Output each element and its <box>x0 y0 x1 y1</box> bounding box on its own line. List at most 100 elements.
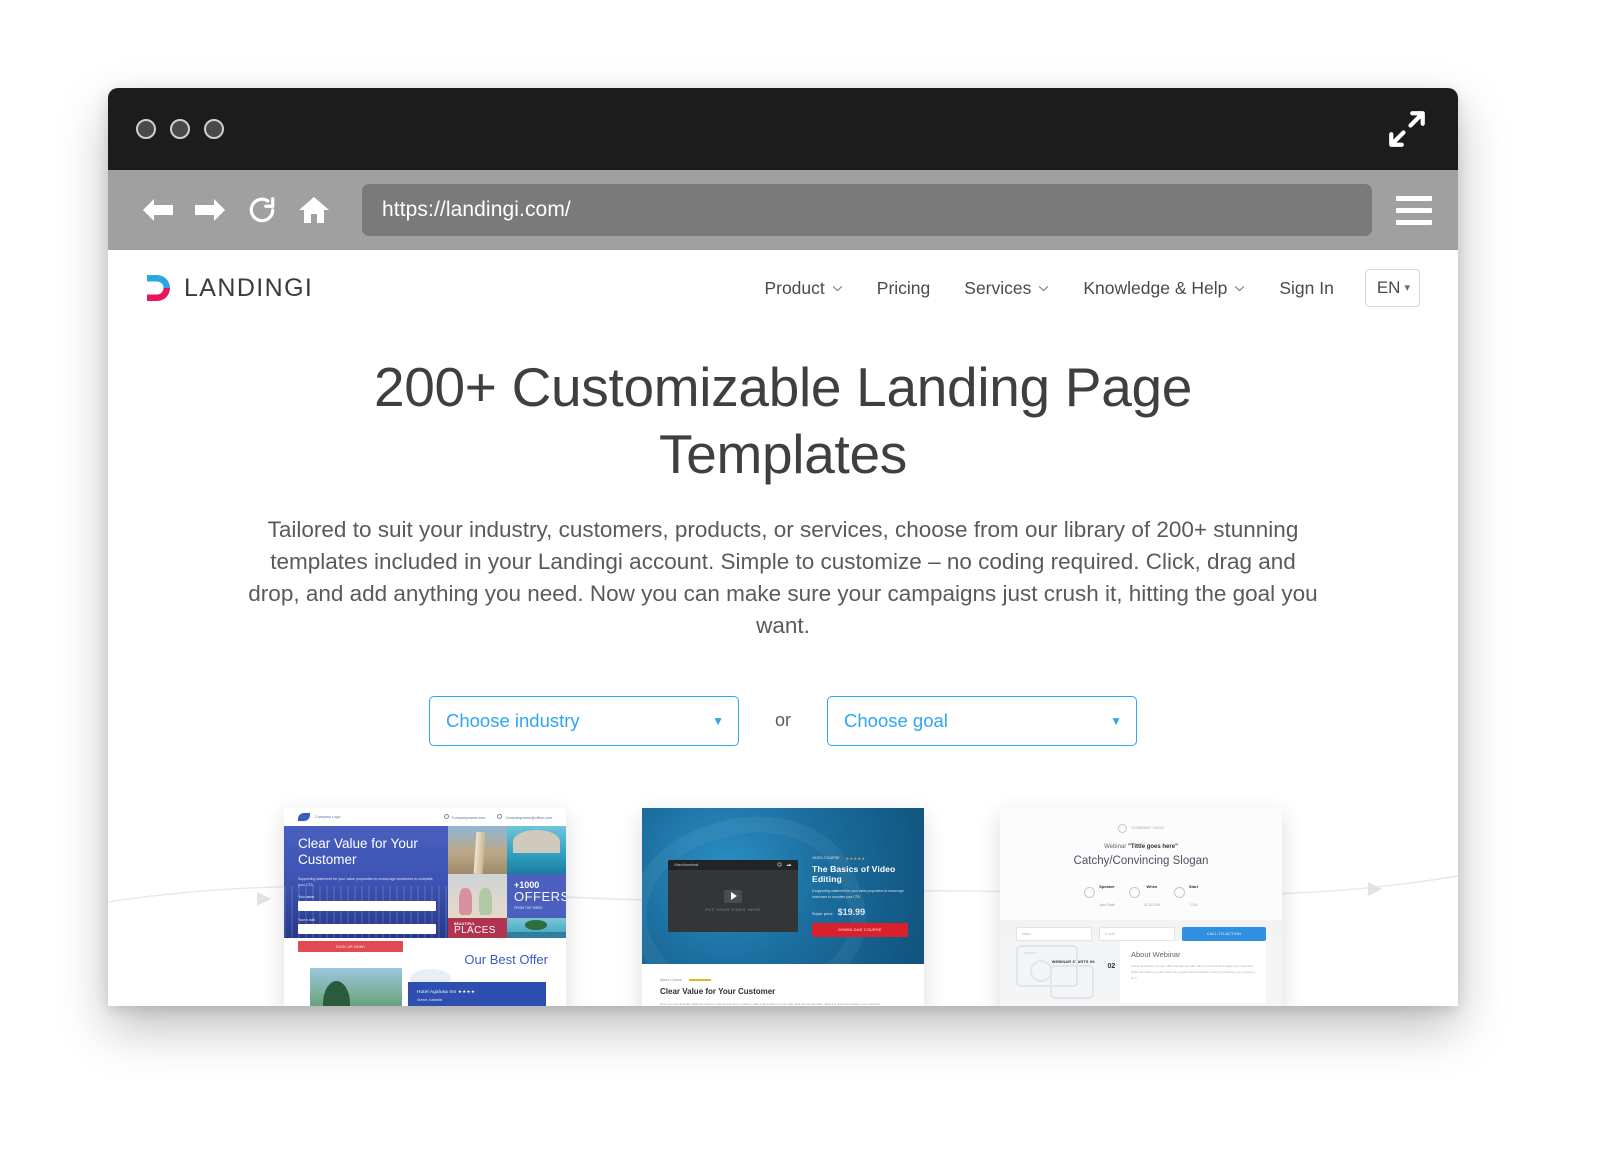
beach-photo <box>448 873 507 918</box>
template-about-section: About Course Clear Value for Your Custom… <box>642 963 924 1006</box>
screenshot-stage: https://landingi.com/ LANDINGI Product P… <box>0 0 1617 1154</box>
meta-value: 21.10.2019 <box>1143 902 1160 907</box>
name-input[interactable]: Name <box>1016 926 1092 941</box>
browser-window: https://landingi.com/ LANDINGI Product P… <box>108 88 1458 1006</box>
address-bar[interactable]: https://landingi.com/ <box>362 184 1372 236</box>
download-course-button[interactable]: DOWNLOAD COURSE <box>812 923 908 938</box>
nav-label: Knowledge & Help <box>1083 277 1228 298</box>
template-filter-row: Choose industry ▼ or Choose goal ▼ <box>108 695 1458 746</box>
arrow-right-icon[interactable] <box>184 185 236 235</box>
about-title: About Webinar <box>1131 949 1181 959</box>
divider <box>688 979 711 981</box>
meta-label: Speaker <box>1099 883 1115 889</box>
maximize-button[interactable] <box>204 119 224 139</box>
video-player-body: PUT YOUR VIDEO HERE <box>668 870 798 932</box>
site-header: LANDINGI Product Pricing Services Knowle… <box>108 250 1458 326</box>
course-description: A supporting statement for your value pr… <box>812 888 904 899</box>
site-link: Companyname.com <box>443 813 486 820</box>
about-eyebrow: About Course <box>660 978 906 982</box>
language-selector[interactable]: EN ▾ <box>1364 269 1420 307</box>
company-logo: COMPANY LOGO <box>1000 823 1282 833</box>
company-logo-icon <box>1117 823 1127 833</box>
template-about-section: About Webinar Add a description of your … <box>1000 935 1282 1006</box>
nav-item-product[interactable]: Product <box>747 270 859 307</box>
landingi-logo-icon <box>147 275 170 301</box>
address-bar-value: https://landingi.com/ <box>382 198 571 221</box>
browser-toolbar: https://landingi.com/ <box>108 170 1458 250</box>
language-label: EN <box>1376 278 1401 297</box>
nav-item-knowledge-help[interactable]: Knowledge & Help <box>1066 270 1262 307</box>
meta-speaker: Speaker John Smith <box>1083 875 1115 911</box>
chevron-down-icon <box>1235 285 1245 291</box>
about-webinar-box: About Webinar Add a description of your … <box>1120 940 1266 1003</box>
about-eyebrow-label: About Course <box>660 977 682 982</box>
video-player[interactable]: Video thumbnail PUT YOUR VIDEO HERE <box>668 859 798 932</box>
hamburger-menu-icon[interactable] <box>1392 188 1436 232</box>
chevron-down-icon: ▾ <box>1404 281 1410 294</box>
chevron-down-icon <box>832 285 843 291</box>
nav-item-pricing[interactable]: Pricing <box>860 270 948 307</box>
offer-card: Hotel Agalusa Inn ★★★★ Greece, Kalamitsi… <box>408 981 546 1006</box>
nav-item-services[interactable]: Services <box>947 270 1066 307</box>
arch-photo <box>507 825 566 874</box>
template-hero-copy: Clear Value for Your Customer Supporting… <box>284 825 448 953</box>
template-header-bar: Company Logo Companyname.com Companyname… <box>284 807 566 826</box>
webpage-content: LANDINGI Product Pricing Services Knowle… <box>108 250 1458 1006</box>
nav-label: Services <box>964 277 1032 298</box>
template-header-links: Companyname.com Companyname@office.com <box>443 813 552 820</box>
nav-item-sign-in[interactable]: Sign In <box>1262 270 1350 307</box>
price-label: Super price: <box>812 911 834 917</box>
site-logo[interactable]: LANDINGI <box>144 272 313 304</box>
main-navigation: Product Pricing Services Knowledge & Hel… <box>747 269 1420 307</box>
places-tile: BEAUTIFUL PLACES <box>448 917 507 938</box>
reload-icon[interactable] <box>236 185 288 235</box>
webinar-slogan: Catchy/Convincing Slogan <box>1073 854 1209 867</box>
company-logo-label: Company Logo <box>315 814 341 819</box>
company-logo-icon <box>298 812 310 821</box>
meta-value: 17:00 <box>1189 902 1198 907</box>
hero-subtitle: Tailored to suit your industry, customer… <box>248 517 1318 638</box>
call-to-action-button[interactable]: CALL-TO-ACTION <box>1182 926 1266 941</box>
template-hero: Clear Value for Your Customer Supporting… <box>284 825 566 953</box>
or-label: or <box>774 710 791 731</box>
choose-goal-select[interactable]: Choose goal ▼ <box>827 695 1137 746</box>
offer-heading: Our Best Offer <box>464 951 548 967</box>
template-card-webinar[interactable]: COMPANY LOGO Webinar "Tittle goes here" … <box>1000 807 1282 1006</box>
tower-photo <box>448 825 507 874</box>
play-button-icon[interactable] <box>724 889 742 903</box>
signup-button[interactable]: SIGN UP NOW! <box>298 941 403 953</box>
close-button[interactable] <box>136 119 156 139</box>
template-card-travel[interactable]: Company Logo Companyname.com Companyname… <box>284 807 566 1006</box>
offer-card-sub: Greece, Kalamitsi <box>417 997 443 1002</box>
nav-label: Sign In <box>1279 277 1334 298</box>
choose-industry-select[interactable]: Choose industry ▼ <box>428 695 739 746</box>
template-card-video-course[interactable]: Video thumbnail PUT YOUR VIDEO HERE VIDE… <box>642 807 924 1006</box>
home-icon[interactable] <box>288 185 340 235</box>
browser-titlebar <box>108 88 1458 170</box>
expand-arrows-icon[interactable] <box>1386 108 1428 150</box>
chevron-down-icon: ▼ <box>1110 713 1122 728</box>
meta-start: Start 17:00 <box>1173 875 1198 911</box>
minimize-button[interactable] <box>170 119 190 139</box>
offers-tile: +1000 OFFERS FROM THE WEEK <box>507 873 566 918</box>
email-field[interactable] <box>298 924 436 935</box>
offers-word: OFFERS <box>514 888 566 904</box>
email-input[interactable]: E-mail <box>1099 926 1175 941</box>
template-photo-tiles: +1000 OFFERS FROM THE WEEK BEAUTIFUL PLA… <box>448 825 566 938</box>
hero-section: 200+ Customizable Landing Page Templates… <box>108 326 1458 746</box>
webinar-title: "Tittle goes here" <box>1127 843 1178 850</box>
course-eyebrow: VIDEO COURSE ★★★★★ <box>812 856 914 861</box>
clock-icon <box>1173 887 1185 899</box>
nav-label: Pricing <box>876 277 931 298</box>
rating-stars: ★★★★★ <box>845 855 866 861</box>
cloud-icon <box>786 863 792 867</box>
webinar-meta: Speaker John Smith When 21.10.2019 Start… <box>1000 875 1282 911</box>
email-link: Companyname@office.com <box>497 813 552 820</box>
meta-label: When <box>1146 883 1158 889</box>
about-paragraph: Here you can describe what the course is… <box>660 1001 881 1006</box>
name-field[interactable] <box>298 901 436 912</box>
email-field-label: Your e-mail <box>298 918 316 923</box>
arrow-left-icon[interactable] <box>132 185 184 235</box>
template-paragraph: Supporting statement for your value prop… <box>298 876 433 887</box>
countdown-value: 02 <box>1107 962 1116 970</box>
